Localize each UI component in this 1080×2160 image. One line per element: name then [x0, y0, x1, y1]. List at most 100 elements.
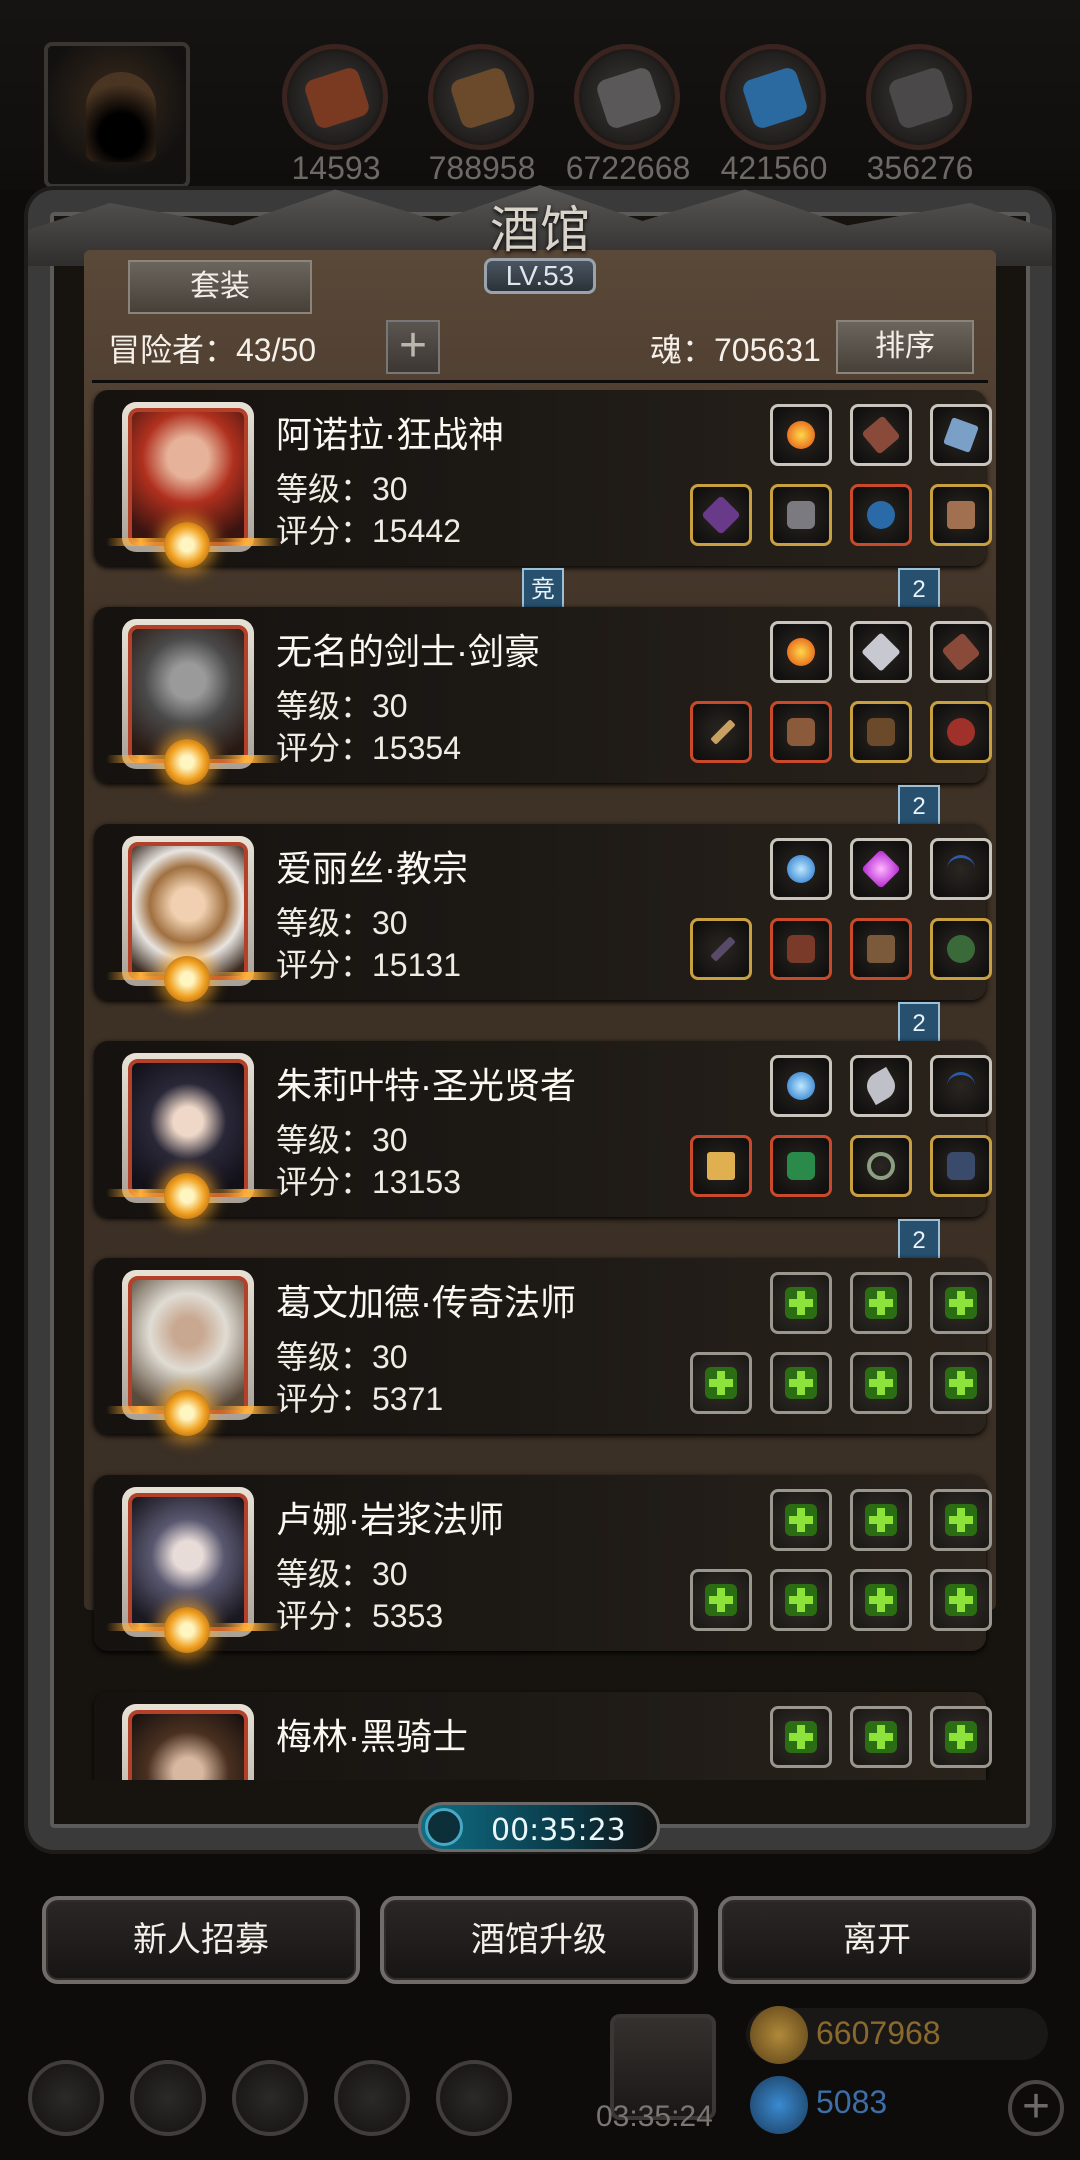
gold-coin-icon — [750, 2006, 808, 2064]
shop-icon[interactable] — [436, 2060, 512, 2136]
tavern-level-badge: LV.53 — [484, 258, 596, 294]
robe-equipment-slot[interactable] — [770, 918, 832, 980]
rank-emblem-icon — [164, 522, 210, 568]
ring-equipment-slot[interactable] — [930, 701, 992, 763]
hero-card[interactable]: 梅林·黑骑士 — [94, 1692, 992, 1780]
rank-emblem-icon — [164, 1173, 210, 1219]
empty-slot-add-icon[interactable] — [850, 1706, 912, 1768]
armor-equipment-slot[interactable] — [770, 484, 832, 546]
meat-value: 14593 — [291, 150, 381, 186]
hero-card[interactable]: 阿诺拉·狂战神 等级：30 评分：15442 — [94, 390, 992, 568]
divider — [92, 380, 988, 383]
recruit-button[interactable]: 新人招募 — [42, 1896, 360, 1984]
empty-slot-add-icon[interactable] — [770, 1706, 832, 1768]
hero-name: 朱莉叶特·圣光贤者 — [276, 1065, 576, 1106]
empty-slot-add-icon[interactable] — [770, 1352, 832, 1414]
fire-orb-slot[interactable] — [770, 621, 832, 683]
diamond-icon — [750, 2076, 808, 2134]
gold-value: 6607968 — [816, 2015, 941, 2051]
empty-slot-add-icon[interactable] — [930, 1569, 992, 1631]
staff-equipment-slot[interactable] — [690, 918, 752, 980]
empty-slot-add-icon[interactable] — [770, 1272, 832, 1334]
empty-slot-add-icon[interactable] — [930, 1489, 992, 1551]
armor-equipment-slot[interactable] — [770, 701, 832, 763]
hero-card[interactable]: 无名的剑士·剑豪 等级：30 评分：15354 — [94, 607, 992, 785]
hero-level: 等级：30 — [276, 688, 408, 724]
hero-card[interactable]: 爱丽丝·教宗 等级：30 评分：15131 — [94, 824, 992, 1002]
meat-resource-icon[interactable] — [282, 44, 388, 150]
empty-slot-add-icon[interactable] — [770, 1569, 832, 1631]
amulet-equipment-slot[interactable] — [850, 484, 912, 546]
add-adventurer-button[interactable]: + — [386, 320, 440, 374]
feather-slot[interactable] — [850, 404, 912, 466]
hero-card[interactable]: 葛文加德·传奇法师 等级：30 评分：5371 — [94, 1258, 992, 1436]
rune-slot[interactable] — [850, 621, 912, 683]
recruit-timer: 00:35:23 — [418, 1802, 660, 1852]
hero-card[interactable]: 朱莉叶特·圣光贤者 等级：30 评分：13153 — [94, 1041, 992, 1219]
hero-name: 阿诺拉·狂战神 — [276, 414, 504, 455]
arc-slot[interactable] — [930, 838, 992, 900]
crystal-slot[interactable] — [850, 838, 912, 900]
settings-gear-icon[interactable] — [28, 2060, 104, 2136]
crystal-resource-icon[interactable] — [720, 44, 826, 150]
blade-slot[interactable] — [850, 1055, 912, 1117]
empty-slot-add-icon[interactable] — [850, 1272, 912, 1334]
gauntlet-equipment-slot[interactable] — [930, 484, 992, 546]
book-equipment-slot[interactable] — [850, 918, 912, 980]
window-title: 酒馆 — [490, 201, 590, 259]
empty-slot-add-icon[interactable] — [850, 1352, 912, 1414]
empty-slot-add-icon[interactable] — [930, 1706, 992, 1768]
hero-level: 等级：30 — [276, 1556, 408, 1592]
empty-slot-add-icon[interactable] — [690, 1352, 752, 1414]
diamond-value: 5083 — [816, 2084, 888, 2120]
hero-level: 等级：30 — [276, 1122, 408, 1158]
set-button[interactable]: 套装 — [128, 260, 312, 314]
hero-list[interactable]: 阿诺拉·狂战神 等级：30 评分：15442 竞 2 无名的剑士·剑豪 等级：3… — [88, 390, 992, 1780]
ice-orb-slot[interactable] — [770, 838, 832, 900]
hero-score: 评分：15354 — [276, 730, 461, 766]
wood-resource-icon[interactable] — [428, 44, 534, 150]
hammer-equipment-slot[interactable] — [690, 1135, 752, 1197]
hero-name: 无名的剑士·剑豪 — [276, 631, 540, 672]
empty-slot-add-icon[interactable] — [850, 1489, 912, 1551]
player-avatar[interactable] — [44, 42, 190, 188]
soul-count: 魂：705631 — [650, 332, 821, 368]
rank-emblem-icon — [164, 739, 210, 785]
achievement-star-icon[interactable] — [130, 2060, 206, 2136]
empty-slot-add-icon[interactable] — [930, 1272, 992, 1334]
iron-resource-icon[interactable] — [574, 44, 680, 150]
sword-equipment-slot[interactable] — [690, 701, 752, 763]
staff-equipment-slot[interactable] — [690, 484, 752, 546]
upgrade-tavern-button[interactable]: 酒馆升级 — [380, 1896, 698, 1984]
boots-equipment-slot[interactable] — [930, 1135, 992, 1197]
rank-emblem-icon — [164, 1390, 210, 1436]
empty-slot-add-icon[interactable] — [850, 1569, 912, 1631]
feather-slot[interactable] — [930, 621, 992, 683]
add-currency-button[interactable]: + — [1008, 2080, 1064, 2136]
ice-orb-slot[interactable] — [770, 1055, 832, 1117]
boots-equipment-slot[interactable] — [850, 701, 912, 763]
empty-slot-add-icon[interactable] — [930, 1352, 992, 1414]
wood-value: 788958 — [428, 150, 536, 186]
hooded-figure-icon — [86, 72, 156, 162]
stone-resource-icon[interactable] — [866, 44, 972, 150]
ring-equipment-slot[interactable] — [850, 1135, 912, 1197]
hero-card[interactable]: 卢娜·岩浆法师 等级：30 评分：5353 — [94, 1475, 992, 1653]
hero-name: 梅林·黑骑士 — [276, 1716, 468, 1757]
fire-orb-slot[interactable] — [770, 404, 832, 466]
leave-button[interactable]: 离开 — [718, 1896, 1036, 1984]
resource-bar: 14593 788958 6722668 421560 356276 — [0, 0, 1080, 190]
tavern-icon[interactable] — [232, 2060, 308, 2136]
clock-icon — [425, 1808, 463, 1846]
pendant-equipment-slot[interactable] — [930, 918, 992, 980]
arc-slot[interactable] — [930, 1055, 992, 1117]
hero-level: 等级：30 — [276, 905, 408, 941]
mail-icon[interactable] — [334, 2060, 410, 2136]
sort-button[interactable]: 排序 — [836, 320, 974, 374]
hero-score: 评分：15442 — [276, 513, 461, 549]
hero-level: 等级：30 — [276, 471, 408, 507]
armor-equipment-slot[interactable] — [770, 1135, 832, 1197]
card-slot[interactable] — [930, 404, 992, 466]
empty-slot-add-icon[interactable] — [690, 1569, 752, 1631]
empty-slot-add-icon[interactable] — [770, 1489, 832, 1551]
